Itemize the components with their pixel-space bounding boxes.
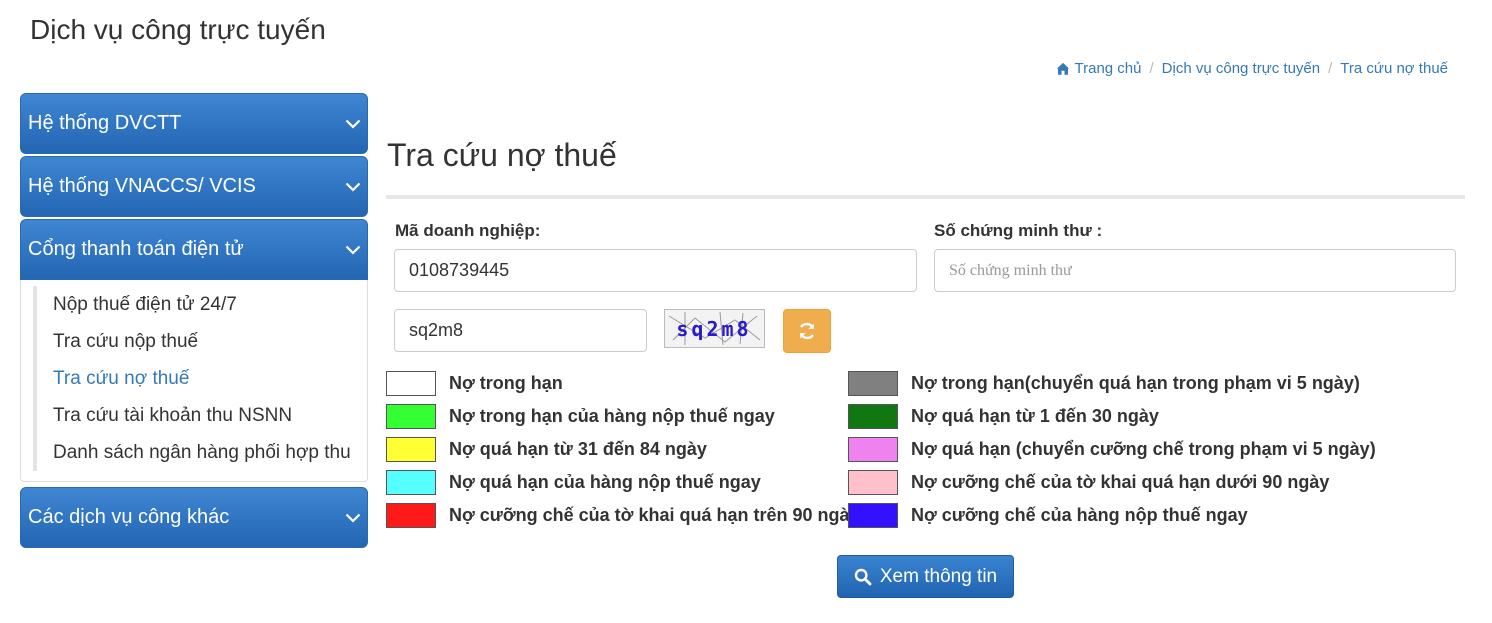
captcha-graphic: sq2m8 — [668, 311, 761, 346]
page-title: Tra cứu nợ thuế — [387, 137, 617, 173]
chevron-down-icon — [345, 245, 361, 255]
sidebar-panel-title: Các dịch vụ công khác — [28, 506, 230, 528]
sidebar-item-tai-khoan-nsnn[interactable]: Tra cứu tài khoản thu NSNN — [53, 397, 367, 434]
tax-code-label: Mã doanh nghiệp: — [395, 221, 541, 240]
sidebar-panel-vnaccs[interactable]: Hệ thống VNACCS/ VCIS — [20, 156, 368, 217]
legend-item: Nợ cưỡng chế của tờ khai quá hạn trên 90… — [386, 503, 860, 528]
refresh-captcha-button[interactable] — [783, 309, 831, 353]
legend-label: Nợ trong hạn — [449, 373, 563, 393]
legend-label: Nợ trong hạn của hàng nộp thuế ngay — [449, 406, 775, 426]
chevron-down-icon — [345, 182, 361, 192]
legend-swatch — [386, 371, 436, 396]
legend-item: Nợ trong hạn(chuyển quá hạn trong phạm v… — [848, 371, 1360, 396]
legend-item: Nợ quá hạn từ 1 đến 30 ngày — [848, 404, 1159, 429]
captcha-image: sq2m8 — [664, 309, 765, 348]
sidebar-panel-title: Cổng thanh toán điện tử — [28, 238, 244, 260]
sidebar-item-nop-thue[interactable]: Nộp thuế điện tử 24/7 — [53, 286, 367, 323]
search-icon — [854, 568, 872, 585]
id-number-label: Số chứng minh thư : — [934, 221, 1103, 240]
sidebar-item-tra-cuu-nop-thue[interactable]: Tra cứu nộp thuế — [53, 323, 367, 360]
id-number-placeholder: Số chứng minh thư — [949, 261, 1072, 279]
legend-swatch — [386, 437, 436, 462]
legend-swatch — [848, 470, 898, 495]
sidebar-submenu-payment: Nộp thuế điện tử 24/7 Tra cứu nộp thuế T… — [20, 280, 368, 482]
legend-label: Nợ trong hạn(chuyển quá hạn trong phạm v… — [911, 373, 1360, 393]
view-info-label: Xem thông tin — [879, 565, 998, 587]
legend-swatch — [386, 404, 436, 429]
view-info-button[interactable]: Xem thông tin — [837, 555, 1014, 598]
legend-swatch — [386, 470, 436, 495]
legend-swatch — [848, 503, 898, 528]
legend-label: Nợ quá hạn (chuyển cưỡng chế trong phạm … — [911, 439, 1376, 459]
tax-code-input[interactable]: 0108739445 — [394, 249, 917, 292]
breadcrumb-separator: / — [1149, 60, 1154, 77]
legend-label: Nợ quá hạn của hàng nộp thuế ngay — [449, 472, 761, 492]
breadcrumb-home-link[interactable]: Trang chủ — [1075, 60, 1142, 77]
legend-item: Nợ quá hạn (chuyển cưỡng chế trong phạm … — [848, 437, 1376, 462]
legend-swatch — [848, 371, 898, 396]
sidebar-panel-title: Hệ thống DVCTT — [28, 112, 182, 134]
chevron-down-icon — [345, 119, 361, 129]
legend-item: Nợ cưỡng chế của tờ khai quá hạn dưới 90… — [848, 470, 1329, 495]
home-icon — [1056, 62, 1069, 75]
legend-label: Nợ quá hạn từ 1 đến 30 ngày — [911, 406, 1159, 426]
sidebar-item-tra-cuu-no-thue[interactable]: Tra cứu nợ thuế — [53, 360, 367, 397]
legend-label: Nợ cưỡng chế của hàng nộp thuế ngay — [911, 505, 1248, 525]
chevron-down-icon — [345, 513, 361, 523]
captcha-input[interactable]: sq2m8 — [394, 309, 647, 352]
site-title: Dịch vụ công trực tuyến — [30, 14, 326, 45]
breadcrumb-current[interactable]: Tra cứu nợ thuế — [1340, 60, 1448, 77]
legend-item: Nợ trong hạn — [386, 371, 563, 396]
captcha-text: sq2m8 — [676, 317, 751, 341]
breadcrumb: Trang chủ / Dịch vụ công trực tuyến / Tr… — [1056, 60, 1448, 77]
breadcrumb-separator: / — [1328, 60, 1333, 77]
legend-label: Nợ cưỡng chế của tờ khai quá hạn trên 90… — [449, 505, 860, 525]
legend-item: Nợ trong hạn của hàng nộp thuế ngay — [386, 404, 775, 429]
sidebar-item-ngan-hang[interactable]: Danh sách ngân hàng phối hợp thu — [53, 434, 367, 471]
sidebar: Hệ thống DVCTT Hệ thống VNACCS/ VCIS Cổn… — [20, 93, 368, 550]
main-content: Tra cứu nợ thuế — [386, 130, 1466, 199]
sidebar-panel-payment[interactable]: Cổng thanh toán điện tử — [20, 219, 368, 280]
legend-swatch — [848, 437, 898, 462]
legend-swatch — [386, 503, 436, 528]
legend-label: Nợ cưỡng chế của tờ khai quá hạn dưới 90… — [911, 472, 1330, 492]
breadcrumb-section-link[interactable]: Dịch vụ công trực tuyến — [1162, 60, 1320, 77]
title-divider — [386, 195, 1465, 199]
id-number-input[interactable]: Số chứng minh thư — [934, 249, 1456, 292]
sidebar-panel-other-services[interactable]: Các dịch vụ công khác — [20, 487, 368, 548]
legend-label: Nợ quá hạn từ 31 đến 84 ngày — [449, 439, 707, 459]
legend-item: Nợ cưỡng chế của hàng nộp thuế ngay — [848, 503, 1248, 528]
legend-item: Nợ quá hạn từ 31 đến 84 ngày — [386, 437, 707, 462]
sidebar-panel-title: Hệ thống VNACCS/ VCIS — [28, 175, 256, 197]
tax-code-value: 0108739445 — [409, 260, 510, 280]
legend-swatch — [848, 404, 898, 429]
refresh-icon — [799, 322, 815, 340]
legend-item: Nợ quá hạn của hàng nộp thuế ngay — [386, 470, 761, 495]
sidebar-panel-dvctt[interactable]: Hệ thống DVCTT — [20, 93, 368, 154]
captcha-input-value: sq2m8 — [409, 320, 464, 340]
